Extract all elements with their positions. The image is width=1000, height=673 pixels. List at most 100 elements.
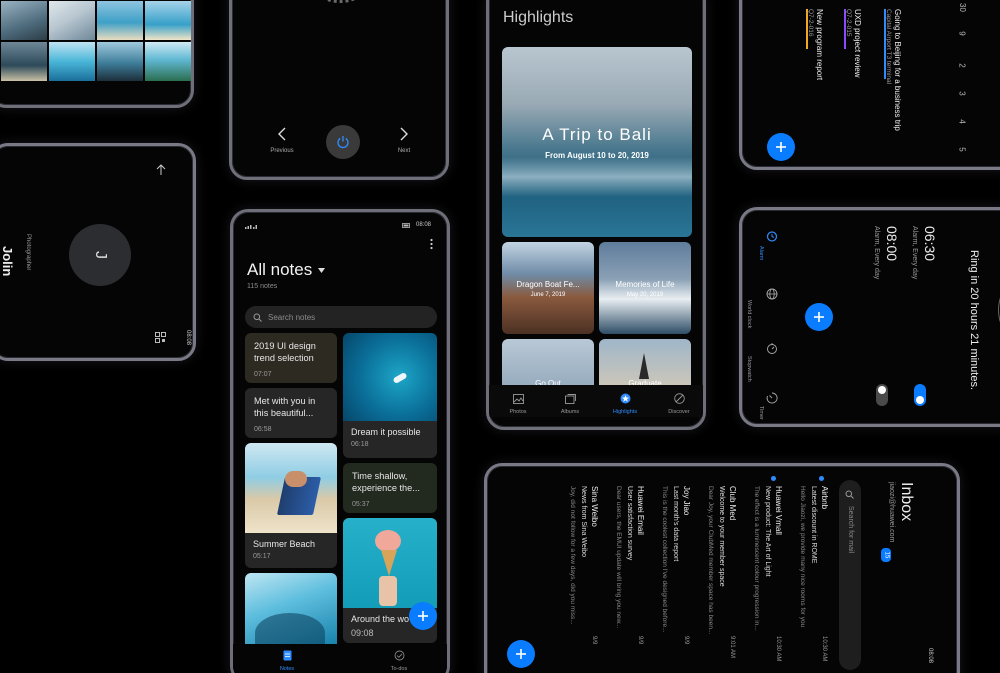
next-button[interactable]: Next bbox=[384, 127, 424, 154]
day-number[interactable]: 3 bbox=[958, 91, 967, 95]
preview: Hello Jiaozi, we provide many nice rooms… bbox=[799, 486, 806, 628]
search-bar[interactable]: Search notes bbox=[245, 306, 437, 328]
notes-tab-bar: Notes To-dos bbox=[233, 644, 447, 673]
plus-icon bbox=[775, 141, 787, 153]
inbox-title-dropdown[interactable]: Inbox bbox=[898, 482, 954, 521]
chevron-right-icon bbox=[399, 127, 409, 141]
event-item[interactable]: Going to Beijing for a business trip Cap… bbox=[884, 9, 904, 159]
day-number[interactable]: 2 bbox=[958, 63, 967, 67]
clock-phone: Alarm World clock Stopwatch Timer 06:30 … bbox=[739, 207, 1000, 427]
alarm-item[interactable]: 06:30 Alarm, Every day bbox=[898, 222, 938, 422]
message-item[interactable]: Sina Weibo News from Sina Weibo Joy, did… bbox=[557, 476, 603, 673]
event-item[interactable]: New program report Q7-2-016 bbox=[806, 9, 826, 159]
tab-notes[interactable]: Notes bbox=[267, 648, 307, 672]
tab-stopwatch[interactable]: Stopwatch bbox=[746, 338, 784, 382]
photo-thumbnail[interactable] bbox=[49, 1, 95, 40]
add-note-button[interactable] bbox=[409, 602, 437, 630]
tab-todos[interactable]: To-dos bbox=[379, 648, 419, 672]
add-event-button[interactable] bbox=[767, 133, 795, 161]
event-item[interactable]: UXD project review Q7-2-015 bbox=[844, 9, 864, 159]
tab-photos[interactable]: Photos bbox=[503, 391, 533, 415]
day-number[interactable]: 30 bbox=[958, 3, 967, 12]
note-image bbox=[245, 443, 337, 533]
alarm-toggle[interactable] bbox=[914, 384, 926, 406]
photo-thumbnail[interactable] bbox=[145, 1, 191, 40]
stopwatch-icon bbox=[766, 342, 778, 354]
message-item[interactable]: Huawei Vmall New product: The Art of Lig… bbox=[741, 476, 787, 673]
note-date: 06:18 bbox=[351, 441, 369, 448]
preview: Joy, did not follow for a few days, did … bbox=[569, 486, 576, 625]
search-bar[interactable]: Search for mail bbox=[839, 480, 861, 670]
email-phone: Inbox jiaozi@huawei.com 15 08:08 Search … bbox=[484, 463, 960, 673]
photo-thumbnail[interactable] bbox=[97, 1, 143, 40]
tab-highlights[interactable]: Highlights bbox=[607, 391, 643, 415]
photo-thumbnail[interactable] bbox=[1, 1, 47, 40]
unread-dot bbox=[771, 476, 776, 481]
photo-thumbnail[interactable] bbox=[1, 42, 47, 81]
day-number[interactable]: 5 bbox=[958, 147, 967, 151]
qr-code-icon[interactable] bbox=[155, 332, 166, 343]
note-title: Time shallow, experience the... bbox=[352, 471, 420, 493]
tab-albums[interactable]: Albums bbox=[555, 391, 585, 415]
event-title: New program report bbox=[815, 9, 824, 81]
message-date: 9/9 bbox=[683, 636, 689, 645]
previous-button[interactable]: Previous bbox=[262, 127, 302, 154]
note-card[interactable]: Dream it possible 06:18 bbox=[343, 333, 437, 458]
note-card[interactable]: Met with you in this beautiful... 06:58 bbox=[245, 388, 337, 438]
plus-icon bbox=[515, 648, 527, 660]
note-card[interactable]: Summer Beach 05:17 bbox=[245, 443, 337, 568]
notes-title-dropdown[interactable]: All notes bbox=[247, 260, 326, 280]
highlight-hero[interactable]: A Trip to Bali From August 10 to 20, 201… bbox=[502, 47, 692, 237]
account-email: jiaozi@huawei.com bbox=[888, 482, 895, 543]
photo-thumbnail[interactable] bbox=[97, 42, 143, 81]
next-label: Next bbox=[397, 148, 411, 154]
subject: User satisfaction survey bbox=[626, 486, 633, 561]
status-time: 08:08 bbox=[927, 648, 933, 664]
message-item[interactable]: Airbnb Latest discount in ROME Hello Jia… bbox=[787, 476, 833, 673]
note-card[interactable]: 2019 UI design trend selection 07:07 bbox=[245, 333, 337, 383]
preview: Dear users, the EMUI update will bring y… bbox=[615, 486, 622, 629]
contact-avatar[interactable]: J bbox=[69, 224, 131, 286]
message-item[interactable]: Club Med Welcome to your member space De… bbox=[695, 476, 741, 673]
message-item[interactable]: Joy Jiao Last month's data report This i… bbox=[649, 476, 695, 673]
preview: This is the coolest collection I've desi… bbox=[661, 486, 668, 633]
note-image-card[interactable] bbox=[245, 573, 337, 653]
alarm-item[interactable]: 08:00 Alarm, Every day bbox=[860, 222, 900, 422]
compose-button[interactable] bbox=[507, 640, 535, 668]
photo-thumbnail[interactable] bbox=[145, 42, 191, 81]
page-title: Highlights bbox=[503, 9, 574, 26]
status-time: 08:08 bbox=[415, 222, 431, 228]
day-number[interactable]: 4 bbox=[958, 119, 967, 123]
contact-title: Photographer bbox=[25, 234, 31, 271]
note-card[interactable]: Time shallow, experience the... 05:37 bbox=[343, 463, 437, 513]
sender: Airbnb bbox=[820, 486, 829, 510]
day-number[interactable]: 9 bbox=[958, 31, 967, 35]
signal-icon bbox=[245, 223, 259, 229]
subject: Last month's data report bbox=[672, 486, 679, 562]
alarm-toggle[interactable] bbox=[876, 384, 888, 406]
share-icon[interactable] bbox=[155, 164, 167, 176]
note-title: Dream it possible bbox=[351, 427, 421, 437]
subject: Welcome to your member space bbox=[718, 486, 725, 587]
search-input[interactable]: Search notes bbox=[268, 313, 315, 322]
tab-label: World clock bbox=[746, 300, 752, 329]
tab-discover[interactable]: Discover bbox=[661, 391, 697, 415]
photo-thumbnail[interactable] bbox=[49, 42, 95, 81]
album-card[interactable]: Dragon Boat Fe... June 7, 2019 bbox=[502, 242, 594, 334]
album-title: Dragon Boat Fe... bbox=[516, 280, 580, 289]
photo-grid bbox=[1, 1, 191, 81]
search-input[interactable]: Search for mail bbox=[847, 506, 854, 553]
add-alarm-button[interactable] bbox=[805, 303, 833, 331]
globe-icon bbox=[766, 288, 778, 300]
message-item[interactable]: Huawei Email User satisfaction survey De… bbox=[603, 476, 649, 673]
search-icon bbox=[845, 490, 854, 499]
chevron-left-icon bbox=[277, 127, 287, 141]
power-button[interactable] bbox=[326, 125, 360, 159]
album-card[interactable]: Memories of Life May 20, 2019 bbox=[599, 242, 691, 334]
tab-label: To-dos bbox=[390, 666, 408, 672]
plus-icon bbox=[417, 610, 429, 622]
tab-alarm[interactable]: Alarm bbox=[758, 226, 784, 266]
tab-world-clock[interactable]: World clock bbox=[746, 284, 784, 328]
more-options-icon[interactable] bbox=[430, 238, 433, 250]
tab-timer[interactable]: Timer bbox=[758, 392, 784, 422]
